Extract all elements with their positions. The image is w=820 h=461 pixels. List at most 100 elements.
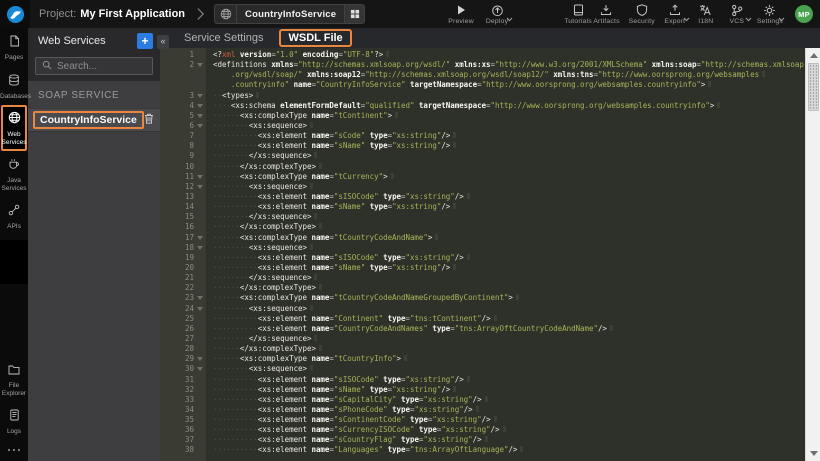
- code-line[interactable]: 32··········<xs:element name="sName" typ…: [160, 385, 805, 395]
- code-text[interactable]: ··········<xs:element name="sCapitalCity…: [206, 395, 805, 405]
- gutter-cell[interactable]: [160, 70, 206, 80]
- gutter-cell[interactable]: 16: [160, 222, 206, 232]
- avatar[interactable]: MP: [795, 5, 813, 23]
- code-text[interactable]: ········<xs:sequence>: [206, 121, 805, 131]
- code-text[interactable]: .countryinfo" name="CountryInfoService" …: [206, 80, 805, 90]
- gutter-cell[interactable]: 11: [160, 172, 206, 182]
- code-line[interactable]: 17······<xs:complexType name="tCountryCo…: [160, 233, 805, 243]
- code-text[interactable]: ······</xs:complexType>: [206, 283, 805, 293]
- code-text[interactable]: ········<xs:sequence>: [206, 304, 805, 314]
- gutter-cell[interactable]: 14: [160, 202, 206, 212]
- code-line[interactable]: 19··········<xs:element name="sISOCode" …: [160, 253, 805, 263]
- code-line[interactable]: 33··········<xs:element name="sCapitalCi…: [160, 395, 805, 405]
- gutter-cell[interactable]: 19: [160, 253, 206, 263]
- gutter-cell[interactable]: 17: [160, 233, 206, 243]
- code-text[interactable]: ······</xs:complexType>: [206, 344, 805, 354]
- code-line[interactable]: 28······</xs:complexType>: [160, 344, 805, 354]
- gutter-cell[interactable]: 4: [160, 101, 206, 111]
- gutter-cell[interactable]: 28: [160, 344, 206, 354]
- code-line[interactable]: 25··········<xs:element name="Continent"…: [160, 314, 805, 324]
- code-text[interactable]: ······<xs:complexType name="tCountryCode…: [206, 233, 805, 243]
- fold-toggle-icon[interactable]: [197, 94, 203, 98]
- code-line[interactable]: 5······<xs:complexType name="tContinent"…: [160, 111, 805, 121]
- nav-rail-item-file-explorer[interactable]: File Explorer: [0, 356, 28, 402]
- code-line[interactable]: 29······<xs:complexType name="tCountryIn…: [160, 354, 805, 364]
- nav-rail-item-databases[interactable]: Databases: [0, 67, 28, 106]
- service-tab[interactable]: CountryInfoService: [214, 4, 365, 24]
- code-line[interactable]: 1<?xml version="1.0" encoding="UTF-8"?>: [160, 50, 805, 60]
- code-text[interactable]: ········</xs:sequence>: [206, 212, 805, 222]
- code-line[interactable]: 14··········<xs:element name="sName" typ…: [160, 202, 805, 212]
- gutter-cell[interactable]: 38: [160, 445, 206, 455]
- code-line[interactable]: 37··········<xs:element name="sCountryFl…: [160, 435, 805, 445]
- code-text[interactable]: ······<xs:complexType name="tContinent">: [206, 111, 805, 121]
- code-text[interactable]: ··········<xs:element name="Continent" t…: [206, 314, 805, 324]
- gutter-cell[interactable]: 6: [160, 121, 206, 131]
- gutter-cell[interactable]: 21: [160, 273, 206, 283]
- gutter-cell[interactable]: 3: [160, 91, 206, 101]
- gutter-cell[interactable]: 18: [160, 243, 206, 253]
- code-line[interactable]: 35··········<xs:element name="sContinent…: [160, 415, 805, 425]
- nav-rail-item-java-services[interactable]: Java Services: [0, 151, 28, 197]
- search-input[interactable]: Search...: [35, 57, 153, 75]
- code-line[interactable]: 11······<xs:complexType name="tCurrency"…: [160, 172, 805, 182]
- code-text[interactable]: ········<xs:sequence>: [206, 364, 805, 374]
- code-line[interactable]: 26··········<xs:element name="CountryCod…: [160, 324, 805, 334]
- code-line[interactable]: .countryinfo" name="CountryInfoService" …: [160, 80, 805, 90]
- fold-toggle-icon[interactable]: [197, 307, 203, 311]
- gutter-cell[interactable]: 31: [160, 375, 206, 385]
- code-text[interactable]: ··········<xs:element name="sISOCode" ty…: [206, 192, 805, 202]
- nav-rail-item-apis[interactable]: APIs: [0, 197, 28, 236]
- fold-toggle-icon[interactable]: [197, 246, 203, 250]
- code-line[interactable]: 36··········<xs:element name="sCurrencyI…: [160, 425, 805, 435]
- gutter-cell[interactable]: 7: [160, 131, 206, 141]
- project-name[interactable]: My First Application: [80, 8, 185, 20]
- code-line[interactable]: 15········</xs:sequence>: [160, 212, 805, 222]
- gutter-cell[interactable]: 36: [160, 425, 206, 435]
- fold-toggle-icon[interactable]: [197, 104, 203, 108]
- gutter-cell[interactable]: 34: [160, 405, 206, 415]
- gutter-cell[interactable]: 15: [160, 212, 206, 222]
- code-text[interactable]: ··········<xs:element name="sCode" type=…: [206, 131, 805, 141]
- topbar-action-export[interactable]: Export: [664, 4, 686, 25]
- tab-wsdl-file[interactable]: WSDL File: [279, 29, 351, 47]
- code-line[interactable]: .org/wsdl/soap/" xmlns:soap12="http://sc…: [160, 70, 805, 80]
- code-line[interactable]: 12········<xs:sequence>: [160, 182, 805, 192]
- code-text[interactable]: ····<xs:schema elementFormDefault="quali…: [206, 101, 805, 111]
- gutter-cell[interactable]: 33: [160, 395, 206, 405]
- code-text[interactable]: ······<xs:complexType name="tCountryCode…: [206, 293, 805, 303]
- code-text[interactable]: ··········<xs:element name="sContinentCo…: [206, 415, 805, 425]
- delete-service-icon[interactable]: [144, 111, 154, 129]
- code-text[interactable]: ··········<xs:element name="Languages" t…: [206, 445, 805, 455]
- fold-toggle-icon[interactable]: [197, 124, 203, 128]
- code-line[interactable]: 10······</xs:complexType>: [160, 162, 805, 172]
- add-service-button[interactable]: +: [137, 33, 153, 49]
- code-line[interactable]: 31··········<xs:element name="sISOCode" …: [160, 375, 805, 385]
- code-line[interactable]: 16······</xs:complexType>: [160, 222, 805, 232]
- gutter-cell[interactable]: 25: [160, 314, 206, 324]
- gutter-cell[interactable]: 23: [160, 293, 206, 303]
- code-text[interactable]: ··········<xs:element name="sCountryFlag…: [206, 435, 805, 445]
- collapse-panel-button[interactable]: «: [157, 35, 169, 49]
- nav-rail-item-web-services[interactable]: Web Services: [1, 105, 27, 151]
- fold-toggle-icon[interactable]: [197, 296, 203, 300]
- topbar-action-preview[interactable]: Preview: [448, 4, 474, 25]
- code-text[interactable]: ··········<xs:element name="CountryCodeA…: [206, 324, 805, 334]
- nav-rail-item-logs[interactable]: Logs: [0, 402, 28, 441]
- fold-toggle-icon[interactable]: [197, 367, 203, 371]
- gutter-cell[interactable]: 13: [160, 192, 206, 202]
- service-list-item[interactable]: CountryInfoService: [28, 108, 160, 132]
- gutter-cell[interactable]: [160, 80, 206, 90]
- gutter-cell[interactable]: 30: [160, 364, 206, 374]
- code-line[interactable]: 34··········<xs:element name="sPhoneCode…: [160, 405, 805, 415]
- code-line[interactable]: 23······<xs:complexType name="tCountryCo…: [160, 293, 805, 303]
- app-logo-icon[interactable]: [0, 0, 30, 28]
- code-line[interactable]: 30········<xs:sequence>: [160, 364, 805, 374]
- grid-icon[interactable]: [344, 5, 364, 23]
- gutter-cell[interactable]: 10: [160, 162, 206, 172]
- code-text[interactable]: ········<xs:sequence>: [206, 182, 805, 192]
- gutter-cell[interactable]: 2: [160, 60, 206, 70]
- topbar-action-tutorials[interactable]: Tutorials: [564, 4, 592, 25]
- code-text[interactable]: ········</xs:sequence>: [206, 151, 805, 161]
- code-line[interactable]: 22······</xs:complexType>: [160, 283, 805, 293]
